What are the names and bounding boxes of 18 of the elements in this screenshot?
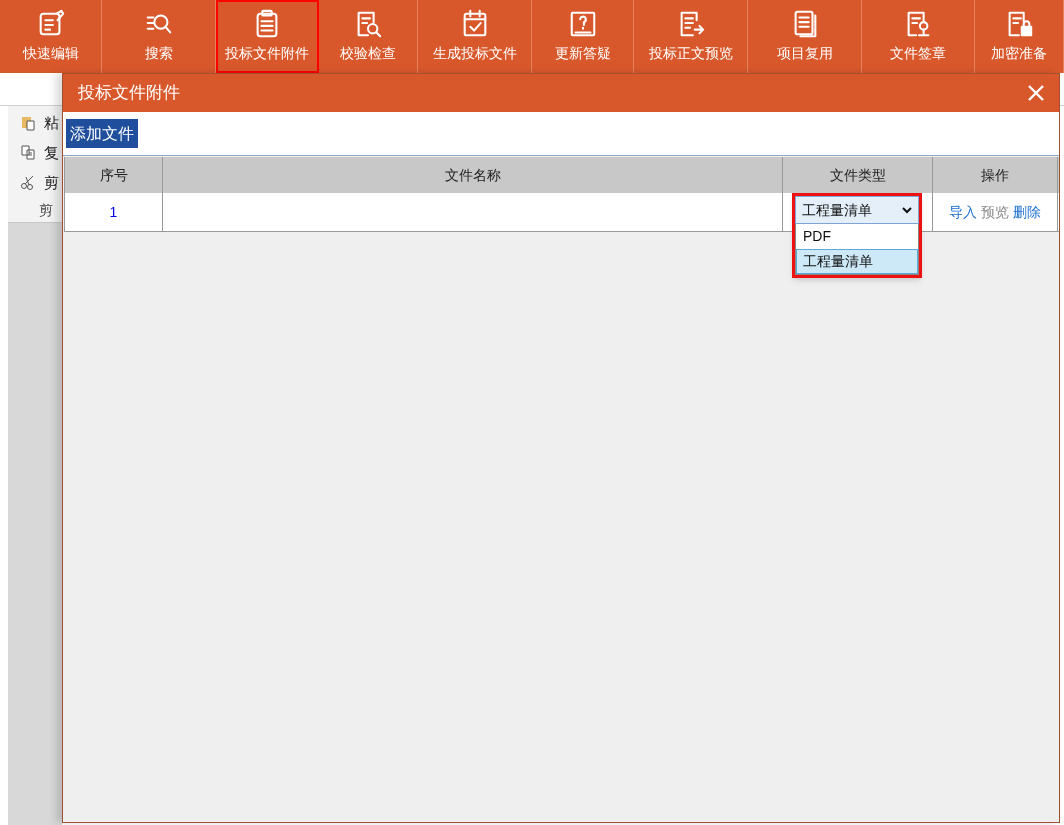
table-cell: 1 bbox=[64, 193, 163, 231]
dialog-title: 投标文件附件 bbox=[78, 82, 180, 105]
action-link[interactable]: 导入 bbox=[949, 201, 977, 223]
menu-item[interactable]: 复 bbox=[44, 141, 59, 165]
toolbar-button[interactable]: 投标文件附件 bbox=[216, 0, 319, 73]
add-file-button[interactable]: 添加文件 bbox=[66, 119, 138, 148]
group-label: 剪 bbox=[38, 201, 54, 220]
close-icon[interactable] bbox=[1027, 84, 1045, 102]
action-link[interactable]: 删除 bbox=[1013, 201, 1041, 223]
dropdown-option[interactable]: PDF bbox=[796, 224, 918, 249]
clipboard-icon bbox=[20, 114, 36, 132]
menu-item[interactable]: 剪 bbox=[44, 171, 59, 195]
file-type-dropdown[interactable]: 工程量清单 bbox=[795, 196, 919, 224]
caret-icon bbox=[902, 206, 912, 214]
clipboard-icon bbox=[20, 174, 36, 192]
dropdown-option[interactable]: 工程量清单 bbox=[796, 249, 918, 274]
menu-item[interactable]: 粘 bbox=[44, 111, 59, 135]
clipboard-icon bbox=[20, 144, 36, 162]
